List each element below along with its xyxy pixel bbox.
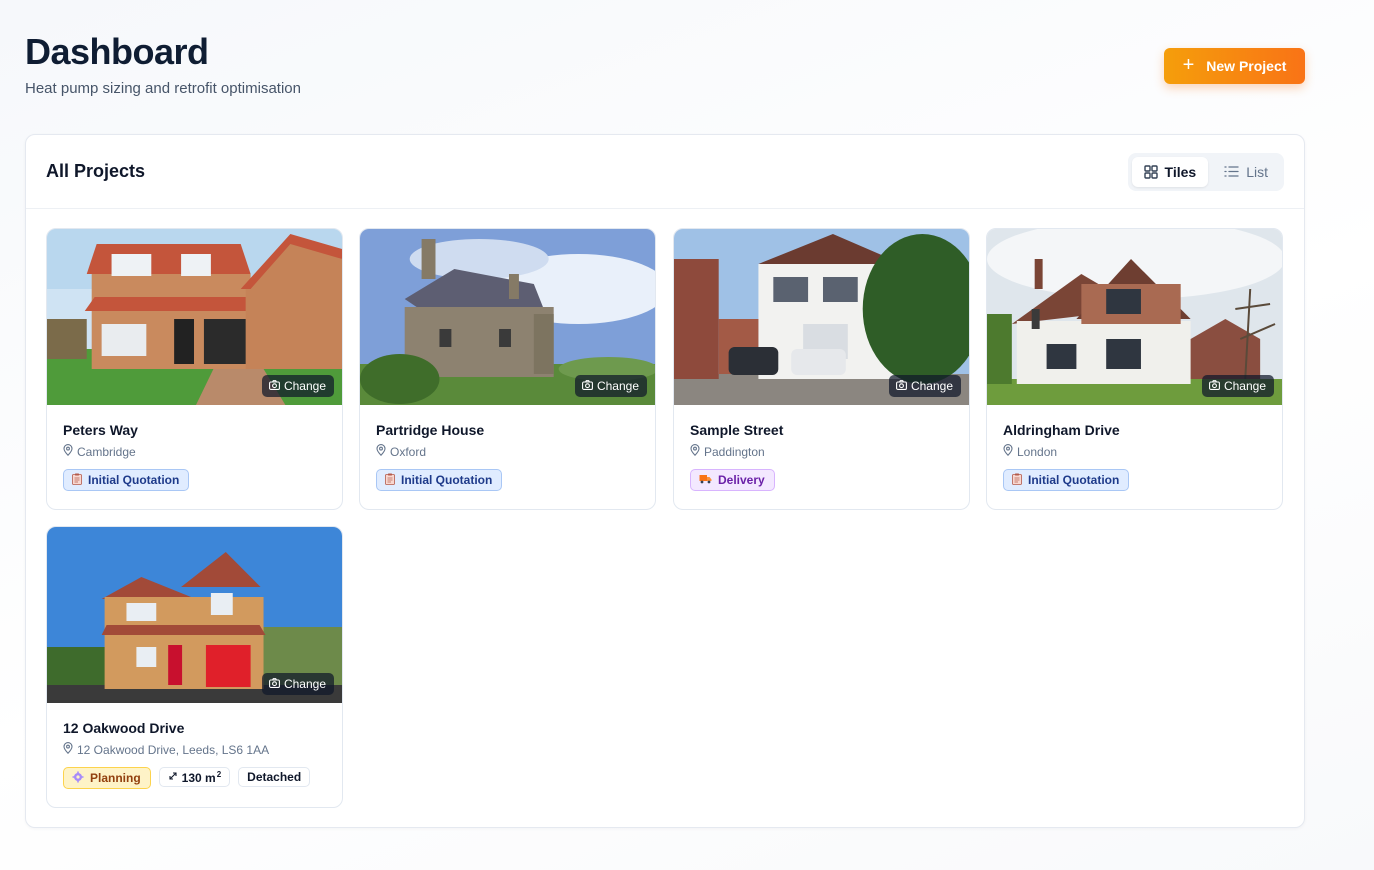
camera-icon — [896, 379, 907, 393]
status-label: Initial Quotation — [88, 473, 180, 487]
map-pin-icon — [376, 444, 386, 459]
map-pin-icon — [63, 444, 73, 459]
project-name: Sample Street — [690, 422, 784, 438]
gear-icon — [72, 771, 84, 786]
project-location: 12 Oakwood Drive, Leeds, LS6 1AA — [63, 742, 326, 757]
map-pin-icon — [690, 444, 700, 459]
camera-icon — [1209, 379, 1220, 393]
project-location: Paddington — [690, 444, 953, 459]
change-label: Change — [283, 379, 326, 393]
project-card[interactable]: Change 12 Oakwood Drive 12 Oakwood Drive… — [46, 526, 343, 808]
status-badge: Delivery — [690, 469, 775, 491]
camera-icon — [269, 677, 280, 691]
clipboard-icon — [385, 473, 395, 488]
project-location: Cambridge — [63, 444, 326, 459]
view-toggle: Tiles List — [1127, 152, 1284, 191]
project-card[interactable]: Change Aldringham Drive London Initial Q… — [986, 228, 1283, 510]
project-card[interactable]: Change Sample Street Paddington Delivery — [673, 228, 970, 510]
list-label: List — [1246, 163, 1268, 180]
project-name: Partridge House — [376, 422, 485, 438]
project-photo: Change — [674, 229, 969, 405]
project-name: 12 Oakwood Drive — [63, 720, 185, 736]
tiles-label: Tiles — [1164, 163, 1197, 180]
panel-header: All Projects Tiles List — [26, 135, 1304, 209]
grid-icon — [1143, 164, 1158, 179]
floor-area-unit-exponent: 2 — [216, 769, 222, 779]
plus-icon: + — [1182, 54, 1195, 76]
status-label: Delivery — [718, 473, 765, 487]
change-photo-button[interactable]: Change — [888, 375, 961, 397]
project-photo: Change — [47, 527, 342, 703]
project-name: Aldringham Drive — [1003, 422, 1120, 438]
project-location-text: Cambridge — [77, 444, 136, 459]
page-header: Dashboard Heat pump sizing and retrofit … — [25, 30, 301, 97]
project-location-text: Oxford — [390, 444, 427, 459]
new-project-button[interactable]: + New Project — [1164, 48, 1305, 84]
floor-area-value: 130 m — [181, 770, 216, 785]
change-label: Change — [283, 677, 326, 691]
map-pin-icon — [63, 742, 73, 757]
project-location-text: 12 Oakwood Drive, Leeds, LS6 1AA — [77, 742, 270, 757]
change-photo-button[interactable]: Change — [574, 375, 647, 397]
camera-icon — [582, 379, 593, 393]
map-pin-icon — [1003, 444, 1013, 459]
project-location-text: London — [1017, 444, 1058, 459]
project-location-text: Paddington — [704, 444, 765, 459]
project-photo: Change — [360, 229, 655, 405]
panel-title: All Projects — [46, 161, 146, 181]
status-badge: Initial Quotation — [1003, 469, 1130, 491]
project-name: Peters Way — [63, 422, 138, 438]
new-project-label: New Project — [1206, 58, 1287, 74]
clipboard-icon — [72, 473, 82, 488]
status-label: Initial Quotation — [1028, 473, 1120, 487]
change-photo-button[interactable]: Change — [261, 673, 334, 695]
status-label: Planning — [90, 771, 141, 785]
expand-arrows-icon — [168, 770, 178, 784]
project-location: London — [1003, 444, 1266, 459]
change-label: Change — [1223, 379, 1266, 393]
status-badge: Initial Quotation — [63, 469, 190, 491]
property-type-label: Detached — [247, 770, 302, 784]
change-label: Change — [596, 379, 639, 393]
tiles-view-button[interactable]: Tiles — [1131, 156, 1209, 187]
truck-icon — [699, 473, 712, 487]
floor-area-chip: 130 m2 — [158, 767, 231, 787]
property-type-chip: Detached — [238, 767, 311, 787]
clipboard-icon — [1012, 473, 1022, 488]
list-view-button[interactable]: List — [1212, 157, 1280, 187]
page-subtitle: Heat pump sizing and retrofit optimisati… — [25, 80, 301, 97]
status-label: Initial Quotation — [401, 473, 493, 487]
project-photo: Change — [987, 229, 1282, 405]
change-label: Change — [910, 379, 953, 393]
project-card[interactable]: Change Partridge House Oxford Initial Qu… — [359, 228, 656, 510]
status-badge: Planning — [63, 767, 151, 789]
status-badge: Initial Quotation — [376, 469, 503, 491]
project-card[interactable]: Change Peters Way Cambridge Initial Quot… — [46, 228, 343, 510]
change-photo-button[interactable]: Change — [1201, 375, 1274, 397]
list-icon — [1224, 165, 1239, 178]
change-photo-button[interactable]: Change — [261, 375, 334, 397]
project-location: Oxford — [376, 444, 639, 459]
project-photo: Change — [47, 229, 342, 405]
page-title: Dashboard — [25, 31, 209, 72]
camera-icon — [269, 379, 280, 393]
